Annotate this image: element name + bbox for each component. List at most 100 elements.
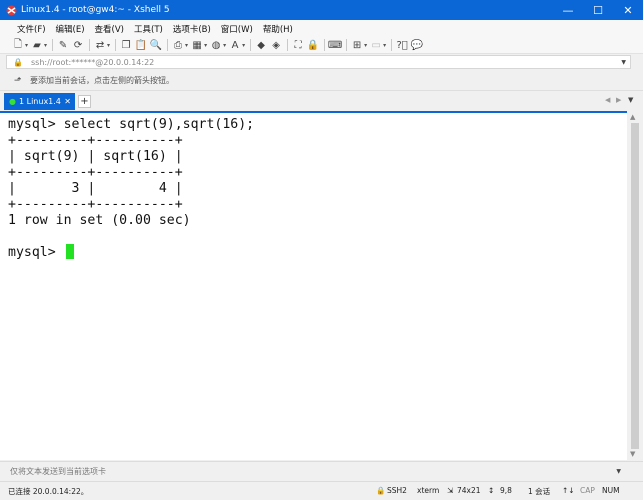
compose-dropdown-icon[interactable]: ▼ [616, 468, 621, 475]
find-icon: 🔍 [149, 39, 163, 51]
title-bar: Linux1.4 - root@gw4:~ - Xshell 5 — ☐ ✕ [0, 0, 643, 20]
cursor-pos-icon: ↕ [488, 486, 495, 495]
font-icon: A [231, 39, 239, 51]
menu-bar: 文件(F) 编辑(E) 查看(V) 工具(T) 选项卡(B) 窗口(W) 帮助(… [0, 20, 643, 37]
terminal-cursor [66, 244, 74, 259]
status-sessions: 1 会话 [528, 487, 551, 496]
session-hint-text: 要添加当前会话，点击左侧的箭头按钮。 [30, 76, 174, 85]
terminal-line: mysql> select sqrt(9),sqrt(16); [8, 117, 255, 132]
terminal-area[interactable]: mysql> select sqrt(9),sqrt(16); +-------… [0, 111, 627, 460]
toolbar-divider [287, 39, 289, 51]
keyboard-button[interactable]: ⌨ [327, 38, 343, 52]
terminal-line: | 3 | 4 | [8, 181, 183, 196]
toolbar-divider [167, 39, 169, 51]
status-num: NUM [602, 486, 620, 495]
paste-button[interactable]: 📋 [135, 38, 147, 52]
menu-help[interactable]: 帮助(H) [263, 23, 293, 35]
new-session-button[interactable]: 🗋 ▾ [12, 38, 28, 52]
menu-edit[interactable]: 编辑(E) [56, 23, 85, 35]
menu-tab[interactable]: 选项卡(B) [173, 23, 211, 35]
transfer-button[interactable]: ⇄ ▾ [94, 38, 110, 52]
print-icon: ⎙ [174, 39, 183, 51]
compose-bar[interactable]: 仅将文本发送到当前选项卡 ▼ [0, 461, 643, 481]
menu-tools[interactable]: 工具(T) [134, 23, 163, 35]
status-connection: 已连接 20.0.0.14:22。 [8, 487, 89, 496]
open-button[interactable]: ▰ ▾ [31, 38, 47, 52]
paste-icon: 📋 [134, 39, 148, 51]
color-scheme-button[interactable]: ▦ ▾ [191, 38, 207, 52]
tab-menu-icon[interactable]: ▼ [628, 96, 633, 104]
status-protocol: SSH2 [387, 486, 407, 495]
properties-button[interactable]: ✎ [57, 38, 69, 52]
menu-view[interactable]: 查看(V) [95, 23, 124, 35]
tab-linux1-4[interactable]: ● 1 Linux1.4 ✕ [4, 93, 75, 110]
menu-window[interactable]: 窗口(W) [221, 23, 253, 35]
address-dropdown-icon[interactable]: ▼ [621, 59, 626, 66]
add-session-arrow-icon[interactable]: ⬏ [14, 76, 26, 86]
protocol-lock-icon: 🔒 [376, 486, 386, 495]
lock-button[interactable]: 🔒 [307, 38, 319, 52]
close-button[interactable]: ✕ [613, 0, 643, 20]
scroll-down-icon[interactable]: ▼ [630, 450, 635, 458]
toolbar-divider [52, 39, 54, 51]
terminal-line: +---------+----------+ [8, 197, 183, 212]
fullscreen-icon: ⛶ [294, 39, 302, 51]
status-caps: CAP [580, 486, 595, 495]
terminal-line: 1 row in set (0.00 sec) [8, 213, 191, 228]
maximize-button[interactable]: ☐ [583, 0, 613, 20]
help-icon: ?⃝ [396, 39, 408, 51]
copy-icon: ❐ [121, 39, 131, 51]
terminal-line: +---------+----------+ [8, 133, 183, 148]
keyboard-icon: ⌨ [327, 39, 343, 51]
find-button[interactable]: 🔍 [150, 38, 162, 52]
chat-icon: 💬 [410, 39, 424, 51]
compose-button[interactable]: ⊞ ▾ [351, 38, 367, 52]
font-button[interactable]: A ▾ [229, 38, 245, 52]
reconnect-icon: ⟳ [73, 39, 83, 51]
copy-button[interactable]: ❐ [120, 38, 132, 52]
color-scheme-icon: ▦ [192, 39, 202, 51]
toolbar-divider [346, 39, 348, 51]
menu-file[interactable]: 文件(F) [17, 23, 46, 35]
globe-icon: ◍ [211, 39, 221, 51]
scroll-up-icon[interactable]: ▲ [630, 113, 635, 121]
lock-icon: 🔒 [306, 39, 320, 51]
window-title: Linux1.4 - root@gw4:~ - Xshell 5 [21, 5, 170, 15]
toolbar-divider [89, 39, 91, 51]
address-bar[interactable]: 🔒 ssh://root:******@20.0.0.14:22 ▼ [6, 55, 631, 69]
toolbar-divider [324, 39, 326, 51]
fullscreen-button[interactable]: ⛶ [292, 38, 304, 52]
open-folder-icon: ▰ [33, 39, 41, 51]
properties-icon: ✎ [58, 39, 68, 51]
new-tab-button[interactable]: + [78, 95, 91, 108]
tunnel-icon: ◈ [272, 39, 280, 51]
size-icon: ⇲ [447, 486, 454, 495]
xftp-icon: ◆ [257, 39, 265, 51]
tab-bar: ● 1 Linux1.4 ✕ + ◀ ▶ ▼ [0, 92, 643, 110]
lock-icon: 🔒 [13, 57, 23, 67]
print-button[interactable]: ⎙ ▾ [172, 38, 188, 52]
toolbar: 🗋 ▾ ▰ ▾ ✎ ⟳ ⇄ ▾ ❐ 📋 🔍 ⎙ ▾ ▦ ▾ ◍ ▾ A ▾ ◆ ◈ ⛶ 🔒 ⌨… [0, 37, 643, 54]
terminal-prompt-line: mysql> [8, 245, 64, 260]
xftp-button[interactable]: ◆ [255, 38, 267, 52]
tab-next-icon[interactable]: ▶ [616, 96, 621, 104]
session-hint-bar: ⬏ 要添加当前会话，点击左侧的箭头按钮。 [0, 71, 643, 91]
reconnect-button[interactable]: ⟳ [72, 38, 84, 52]
tab-prev-icon[interactable]: ◀ [605, 96, 610, 104]
help-button[interactable]: ?⃝ [396, 38, 408, 52]
script-button[interactable]: ▭ ▾ [370, 38, 386, 52]
chat-button[interactable]: 💬 [411, 38, 423, 52]
close-tab-icon[interactable]: ✕ [64, 97, 71, 106]
tunnel-button[interactable]: ◈ [270, 38, 282, 52]
vertical-scrollbar[interactable]: ▲ ▼ [627, 111, 643, 460]
status-size: 74x21 [457, 486, 481, 495]
scrollbar-thumb[interactable] [631, 123, 639, 449]
toolbar-divider [391, 39, 393, 51]
minimize-button[interactable]: — [553, 0, 583, 20]
xshell-logo-icon [5, 4, 17, 16]
compose-icon: ⊞ [352, 39, 362, 51]
status-terminal-type: xterm [417, 486, 440, 495]
globe-button[interactable]: ◍ ▾ [210, 38, 226, 52]
status-bar: 已连接 20.0.0.14:22。 🔒 SSH2 xterm ⇲ 74x21 ↕… [0, 481, 643, 500]
terminal-line: | sqrt(9) | sqrt(16) | [8, 149, 183, 164]
